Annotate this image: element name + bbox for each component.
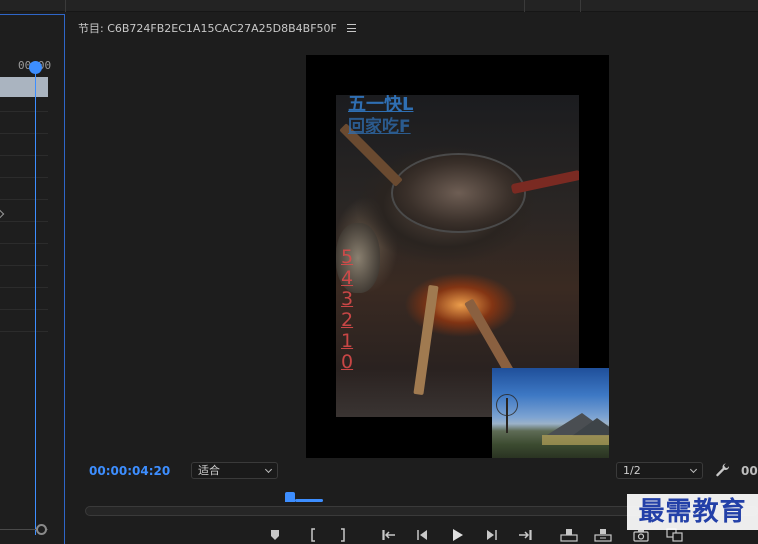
play-icon[interactable] xyxy=(446,525,468,544)
playhead-timecode[interactable]: 00:00:04:20 xyxy=(89,464,170,478)
extract-icon[interactable] xyxy=(592,525,614,544)
program-monitor-title[interactable]: 节目: C6B724FB2EC1A15CAC27A25D8B4BF50F xyxy=(78,20,337,36)
image-wok-handle xyxy=(510,169,579,195)
lift-icon[interactable] xyxy=(558,525,580,544)
add-marker-icon[interactable] xyxy=(264,525,286,544)
go-to-in-icon[interactable] xyxy=(378,525,400,544)
track-divider xyxy=(0,221,48,222)
playback-resolution-value: 1/2 xyxy=(623,464,641,477)
pip-tree-trunk xyxy=(506,398,508,433)
chevron-down-icon xyxy=(689,465,698,474)
image-wok xyxy=(391,153,526,233)
track-divider xyxy=(0,243,48,244)
track-divider xyxy=(0,199,48,200)
image-firewood xyxy=(413,284,439,396)
overlay-title-line2: 回家吃F xyxy=(348,117,411,137)
timeline-playhead-line[interactable] xyxy=(35,67,36,535)
zoom-level-value: 适合 xyxy=(198,464,220,477)
step-forward-icon[interactable] xyxy=(480,525,502,544)
timeline-work-area-bar[interactable] xyxy=(0,77,48,97)
picture-in-picture-image xyxy=(492,368,609,458)
track-divider xyxy=(0,111,48,112)
program-video-frame[interactable]: 五一快L 回家吃F 5 4 3 2 1 0 xyxy=(306,55,609,458)
top-panel-strip xyxy=(0,0,758,12)
track-divider xyxy=(0,331,48,332)
track-divider xyxy=(0,155,48,156)
strip-separator xyxy=(524,0,525,12)
pip-mountain xyxy=(572,418,609,436)
step-back-icon[interactable] xyxy=(412,525,434,544)
monitor-playhead-handle[interactable] xyxy=(285,492,295,502)
watermark-logo: 最需教育 xyxy=(627,494,758,530)
countdown-digit: 0 xyxy=(341,351,354,373)
strip-separator xyxy=(65,0,66,12)
timeline-playhead-handle[interactable] xyxy=(29,61,42,74)
countdown-digit: 4 xyxy=(341,267,354,289)
timeline-zoom-handle[interactable] xyxy=(36,524,47,535)
go-to-out-icon[interactable] xyxy=(514,525,536,544)
countdown-numbers: 5 4 3 2 1 0 xyxy=(341,247,353,373)
mark-out-icon[interactable] xyxy=(332,525,354,544)
wrench-icon[interactable] xyxy=(715,462,731,478)
timeline-panel[interactable]: 00:00 xyxy=(0,14,65,544)
pip-field xyxy=(542,435,609,445)
mark-in-icon[interactable] xyxy=(302,525,324,544)
program-monitor-header: 节目: C6B724FB2EC1A15CAC27A25D8B4BF50F xyxy=(78,18,356,38)
strip-separator xyxy=(580,0,581,12)
duration-timecode: 00 xyxy=(741,464,758,478)
track-divider xyxy=(0,177,48,178)
panel-menu-icon[interactable] xyxy=(346,24,356,32)
playback-resolution-select[interactable]: 1/2 xyxy=(616,462,703,479)
keyframe-chevron-icon[interactable] xyxy=(0,209,5,219)
track-divider xyxy=(0,265,48,266)
countdown-digit: 2 xyxy=(341,309,354,331)
countdown-digit: 3 xyxy=(341,288,354,310)
countdown-digit: 1 xyxy=(341,330,354,352)
track-divider xyxy=(0,309,48,310)
chevron-down-icon xyxy=(264,465,273,474)
monitor-playhead-marker xyxy=(295,499,323,502)
track-divider xyxy=(0,133,48,134)
countdown-digit: 5 xyxy=(341,246,354,268)
track-divider xyxy=(0,287,48,288)
overlay-title-line1: 五一快L xyxy=(348,95,414,115)
zoom-level-select[interactable]: 适合 xyxy=(191,462,278,479)
